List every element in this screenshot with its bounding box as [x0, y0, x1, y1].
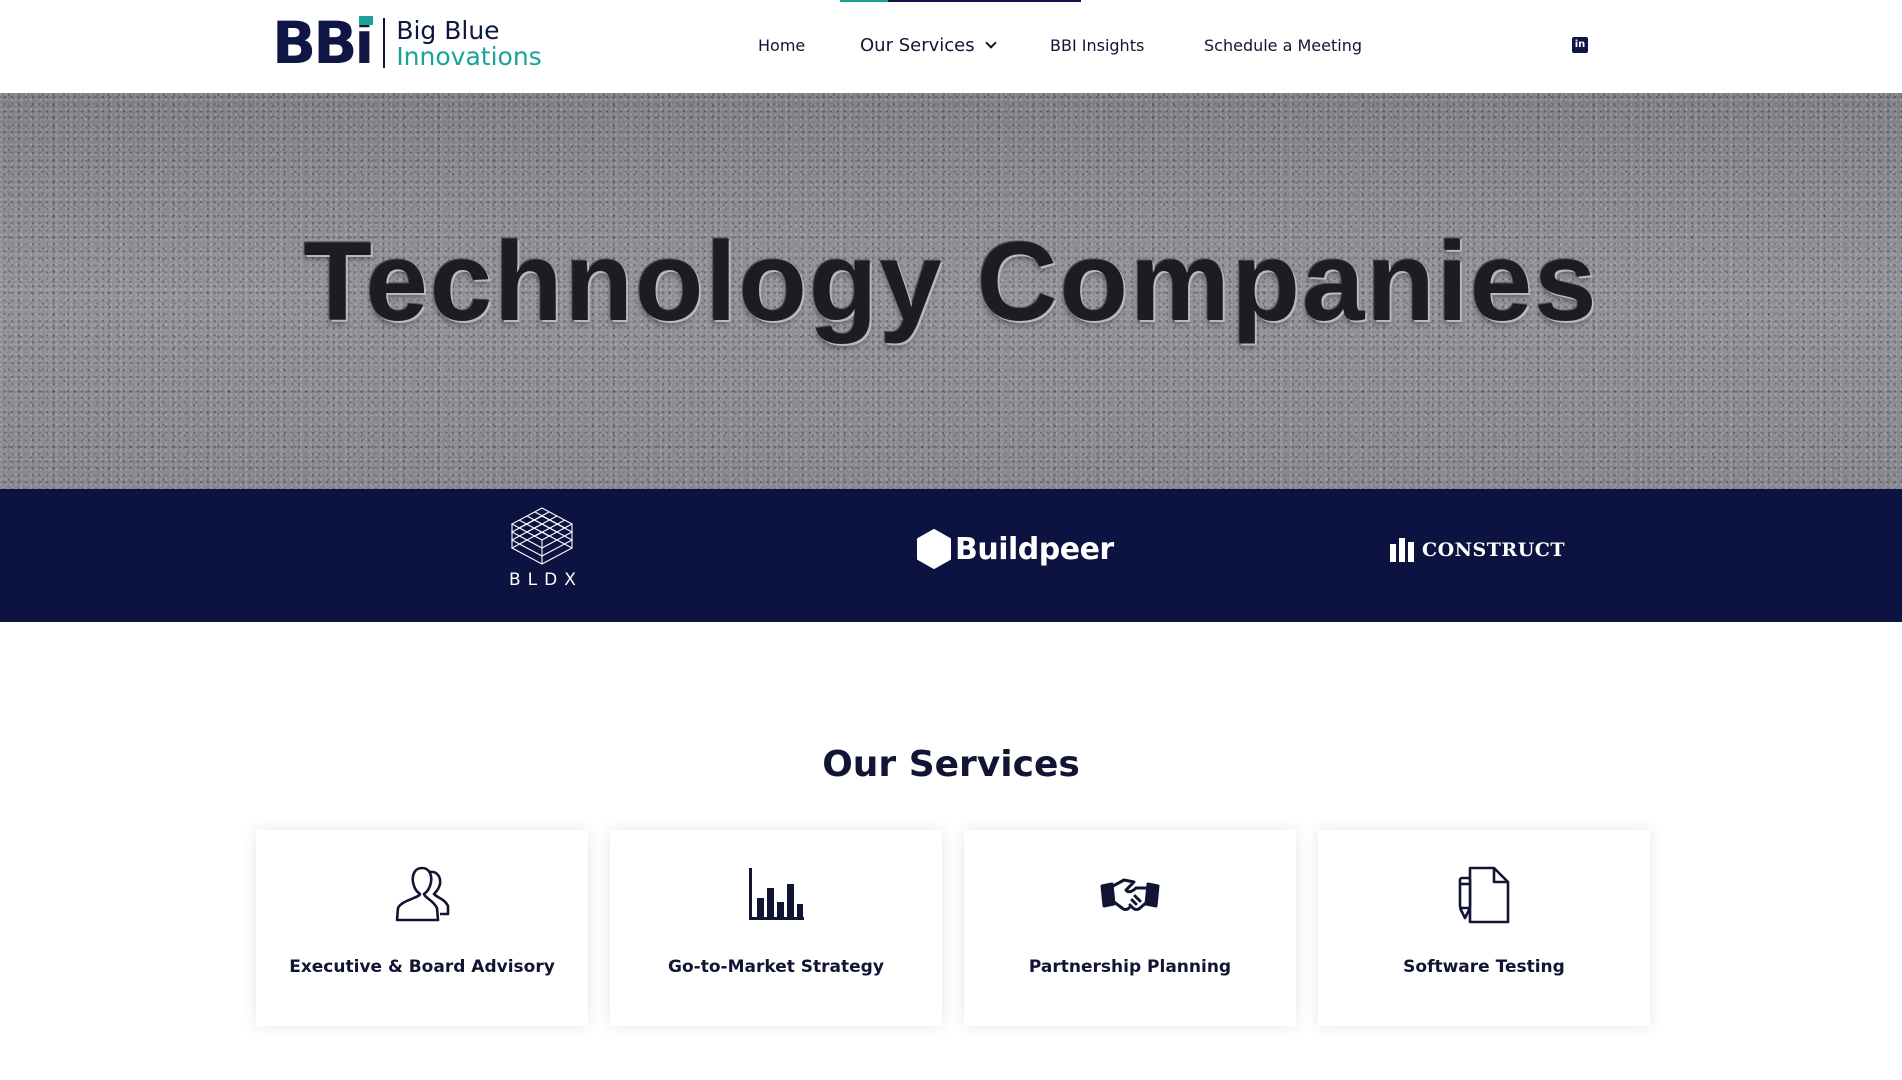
- linkedin-icon[interactable]: in: [1572, 37, 1588, 53]
- bars-icon-bar: [1390, 544, 1396, 562]
- handshake-icon: [964, 864, 1296, 924]
- partner-logo-bldx[interactable]: BLDX: [502, 506, 582, 590]
- nav-item-our-services[interactable]: Our Services: [860, 35, 997, 56]
- document-pen-icon: [1318, 864, 1650, 924]
- service-card-label: Partnership Planning: [1028, 957, 1232, 977]
- bars-icon-bar: [1408, 542, 1414, 562]
- chevron-down-icon: [984, 37, 997, 49]
- bar-chart-icon: [610, 864, 942, 924]
- nav-item-home[interactable]: Home: [758, 36, 805, 55]
- logo-line-1: Big Blue: [396, 15, 500, 45]
- people-icon: [256, 864, 588, 924]
- partner-logos-band: BLDX Buildpeer CONSTRUCT: [0, 489, 1902, 622]
- site-logo[interactable]: BB i Big Blue Innovations: [272, 9, 542, 77]
- nav-active-indicator: [840, 0, 1081, 2]
- service-card-go-to-market[interactable]: Go-to-Market Strategy: [610, 830, 942, 1026]
- hexagon-icon: [917, 529, 951, 569]
- service-card-label: Software Testing: [1403, 957, 1565, 977]
- service-card-label: Go-to-Market Strategy: [668, 957, 884, 977]
- nav-item-schedule-meeting[interactable]: Schedule a Meeting: [1204, 36, 1362, 55]
- bars-icon-bar: [1399, 538, 1405, 562]
- service-card-partnership-planning[interactable]: Partnership Planning: [964, 830, 1296, 1026]
- partner-logo-buildpeer[interactable]: Buildpeer: [916, 529, 1114, 569]
- logo-divider: [383, 18, 386, 68]
- logo-mark-i-wrap: i: [354, 14, 374, 72]
- nav-item-our-services-label: Our Services: [860, 35, 975, 56]
- logo-line-2: Innovations: [396, 41, 542, 71]
- bldx-cube-icon: [510, 507, 574, 565]
- bars-icon: [1390, 538, 1414, 562]
- services-heading: Our Services: [822, 744, 1080, 785]
- nav-item-bbi-insights[interactable]: BBI Insights: [1050, 36, 1144, 55]
- service-card-executive-advisory[interactable]: Executive & Board Advisory: [256, 830, 588, 1026]
- hero-banner: Technology Companies: [0, 93, 1902, 489]
- logo-wordmark: Big Blue Innovations: [396, 18, 541, 69]
- partner-name-bldx: BLDX: [509, 570, 583, 590]
- partner-name-construct: CONSTRUCT: [1422, 539, 1566, 561]
- logo-mark: BB i: [272, 9, 374, 77]
- logo-i-dot: [359, 16, 374, 25]
- partner-logo-construct[interactable]: CONSTRUCT: [1390, 538, 1565, 562]
- site-header: BB i Big Blue Innovations Home Our Servic…: [0, 0, 1902, 93]
- partner-name-buildpeer: Buildpeer: [955, 531, 1114, 567]
- hero-title: Technology Companies: [303, 219, 1599, 344]
- service-card-software-testing[interactable]: Software Testing: [1318, 830, 1650, 1026]
- service-card-label: Executive & Board Advisory: [289, 957, 555, 977]
- logo-mark-letters: BB: [272, 9, 357, 77]
